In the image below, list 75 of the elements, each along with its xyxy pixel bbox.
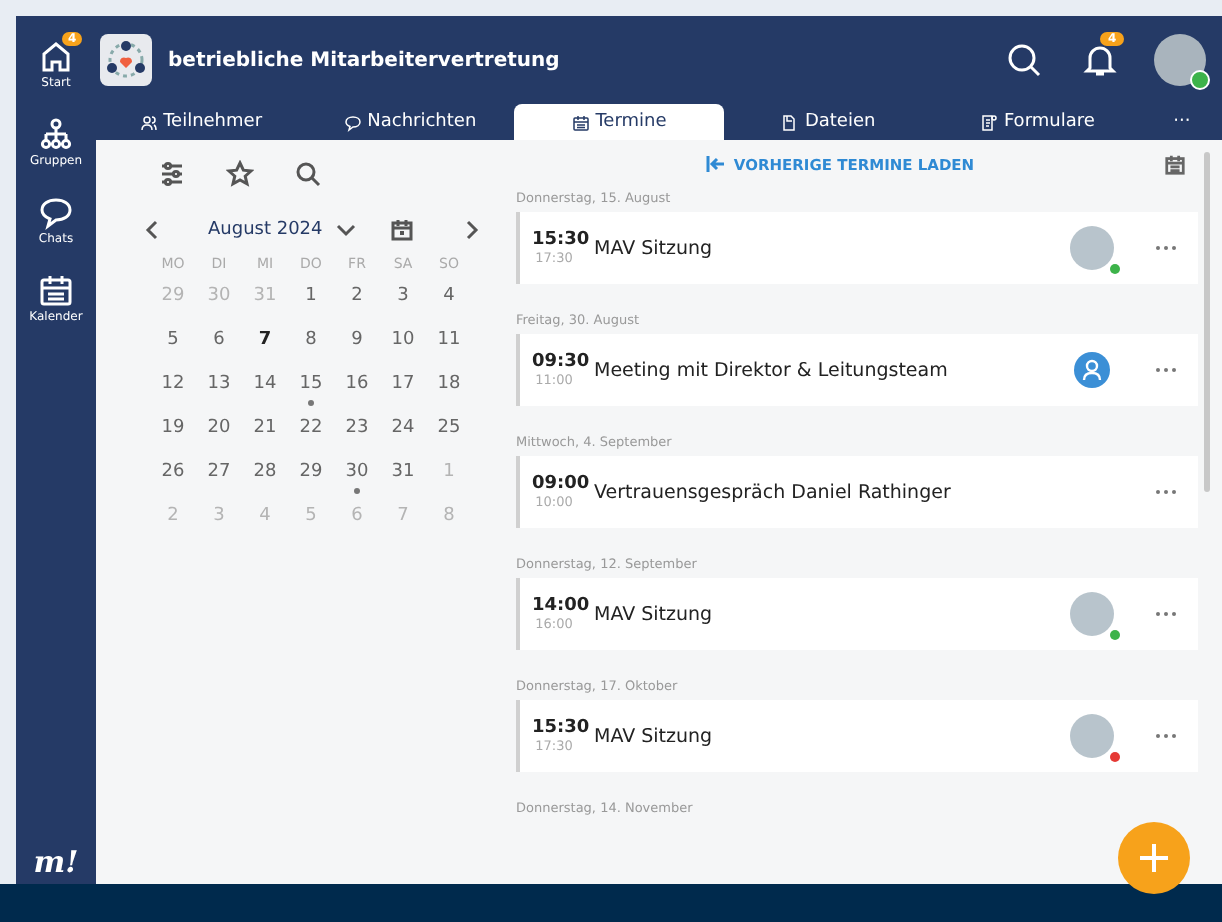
speech-bubble-icon <box>38 194 74 230</box>
calendar-day[interactable]: 6 <box>196 322 242 366</box>
calendar-day[interactable]: 22 <box>288 410 334 454</box>
tab[interactable]: Formulare <box>932 104 1142 140</box>
calendar-day[interactable]: 13 <box>196 366 242 410</box>
filter-sliders-icon[interactable] <box>158 160 186 188</box>
start-time: 14:00 <box>532 596 592 616</box>
start-time: 15:30 <box>532 718 592 738</box>
star-icon[interactable] <box>226 160 254 188</box>
event-title: Vertrauensgespräch Daniel Rathinger <box>594 481 953 503</box>
calendar-day[interactable]: 29 <box>288 454 334 498</box>
calendar-day[interactable]: 12 <box>150 366 196 410</box>
calendar-day[interactable]: 21 <box>242 410 288 454</box>
calendar-today-icon[interactable] <box>390 218 415 242</box>
more-options-icon[interactable] <box>1154 732 1178 740</box>
plus-icon <box>1136 840 1172 876</box>
more-options-icon[interactable] <box>1154 610 1178 618</box>
search-icon[interactable] <box>294 160 322 188</box>
calendar-day[interactable]: 20 <box>196 410 242 454</box>
calendar-day[interactable]: 9 <box>334 322 380 366</box>
calendar-day[interactable]: 19 <box>150 410 196 454</box>
hierarchy-icon <box>38 116 74 152</box>
more-options-icon[interactable] <box>1154 488 1178 496</box>
calendar-icon[interactable] <box>1164 153 1186 175</box>
calendar-day[interactable]: 11 <box>426 322 472 366</box>
arrow-to-start-icon[interactable] <box>705 156 726 172</box>
start-time: 09:00 <box>532 474 592 494</box>
calendar-day[interactable]: 31 <box>380 454 426 498</box>
calendar-icon <box>571 113 590 131</box>
form-icon <box>979 113 998 131</box>
calendar-day[interactable]: 15 <box>288 366 334 410</box>
calendar-day[interactable]: 23 <box>334 410 380 454</box>
calendar-day[interactable]: 16 <box>334 366 380 410</box>
calendar-day[interactable]: 1 <box>288 278 334 322</box>
event-title: MAV Sitzung <box>594 603 715 625</box>
app-logo: m! <box>33 844 79 880</box>
more-tab[interactable]: ··· <box>1141 104 1222 140</box>
calendar-day[interactable]: 3 <box>380 278 426 322</box>
calendar-day[interactable]: 28 <box>242 454 288 498</box>
start-time: 09:30 <box>532 352 592 372</box>
month-label[interactable]: August 2024 <box>208 220 323 240</box>
scrollbar[interactable] <box>1204 152 1210 492</box>
calendar-icon <box>37 272 74 308</box>
people-icon <box>139 113 158 131</box>
start-time: 15:30 <box>532 230 592 250</box>
calendar-day[interactable]: 14 <box>242 366 288 410</box>
calendar-day[interactable]: 10 <box>380 322 426 366</box>
calendar-day[interactable]: 27 <box>196 454 242 498</box>
calendar-day[interactable]: 30 <box>334 454 380 498</box>
event-title: Meeting mit Direktor & Leitungsteam <box>594 359 950 381</box>
calendar-day[interactable]: 5 <box>150 322 196 366</box>
calendar-day[interactable]: 7 <box>242 322 288 366</box>
event-title: MAV Sitzung <box>594 725 715 747</box>
calendar-day[interactable]: 24 <box>380 410 426 454</box>
home-icon <box>38 38 74 74</box>
tab[interactable]: Termine <box>514 104 724 140</box>
event-title: MAV Sitzung <box>594 237 715 259</box>
calendar-day[interactable]: 4 <box>426 278 472 322</box>
calendar-day[interactable]: 17 <box>380 366 426 410</box>
tab[interactable]: Dateien <box>723 104 933 140</box>
more-options-icon[interactable] <box>1154 366 1178 374</box>
tab[interactable]: Nachrichten <box>305 104 515 140</box>
more-options-icon[interactable] <box>1154 244 1178 252</box>
document-icon <box>780 113 799 131</box>
person-avatar-icon <box>1074 352 1110 388</box>
profile-avatar[interactable] <box>1154 34 1206 86</box>
group-title: betriebliche Mitarbeitervertretung <box>168 49 562 71</box>
calendar-day[interactable]: 26 <box>150 454 196 498</box>
speech-bubble-icon <box>343 113 362 131</box>
online-dot <box>1190 70 1210 90</box>
tab[interactable]: Teilnehmer <box>96 104 306 140</box>
calendar-day[interactable]: 2 <box>334 278 380 322</box>
calendar-day[interactable]: 8 <box>288 322 334 366</box>
calendar-day[interactable]: 25 <box>426 410 472 454</box>
calendar-day[interactable]: 18 <box>426 366 472 410</box>
